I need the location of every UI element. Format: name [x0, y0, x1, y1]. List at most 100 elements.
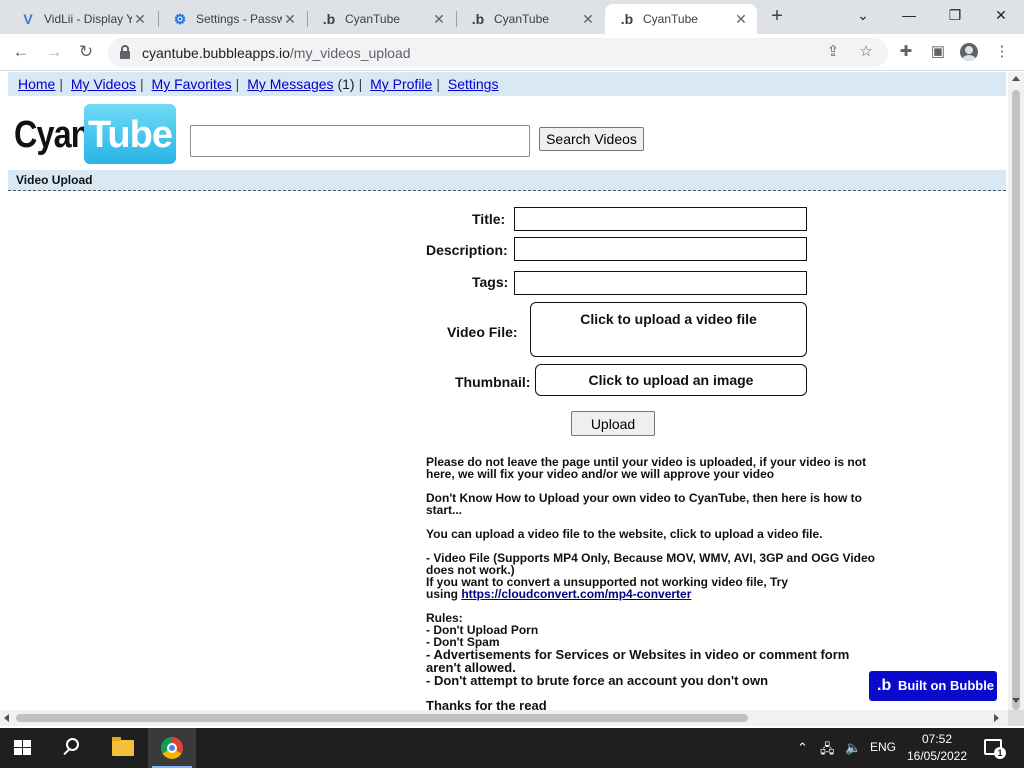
- tab-title: Settings - Passw: [196, 12, 282, 26]
- tab-title: CyanTube: [643, 12, 698, 26]
- notification-icon[interactable]: 1: [984, 739, 1006, 759]
- cloudconvert-link[interactable]: https://cloudconvert.com/mp4-converter: [461, 587, 691, 601]
- cyantube-logo[interactable]: Cyan Tube: [14, 104, 176, 164]
- close-icon[interactable]: ✕: [580, 11, 596, 28]
- nav-separator: |: [235, 76, 240, 92]
- tags-input[interactable]: [514, 271, 807, 295]
- tab-vidlii[interactable]: V VidLii - Display Y ✕: [6, 4, 156, 34]
- network-icon[interactable]: 🖧: [820, 740, 835, 762]
- window-close-icon[interactable]: ✕: [991, 4, 1011, 26]
- bubble-icon: .b: [322, 11, 336, 27]
- notification-count: 1: [994, 747, 1006, 759]
- horizontal-scrollbar[interactable]: [0, 710, 1008, 726]
- close-icon[interactable]: ✕: [733, 11, 749, 28]
- taskbar-clock[interactable]: 07:52 16/05/2022: [902, 731, 972, 765]
- tab-settings[interactable]: ⚙ Settings - Passw ✕: [158, 4, 306, 34]
- thumbnail-label: Thumbnail:: [455, 374, 531, 390]
- video-file-label: Video File:: [447, 324, 518, 340]
- thanks-text: Thanks for the read: [426, 698, 547, 710]
- scroll-thumb[interactable]: [1012, 90, 1020, 710]
- nav-separator: |: [436, 76, 440, 92]
- nav-separator: |: [358, 76, 363, 92]
- scroll-right-icon[interactable]: [994, 714, 999, 722]
- menu-kebab-icon[interactable]: ⋮: [992, 42, 1012, 62]
- description-input[interactable]: [514, 237, 807, 261]
- close-icon[interactable]: ✕: [431, 11, 447, 28]
- search-icon[interactable]: [62, 738, 82, 758]
- tab-cyantube-2[interactable]: .b CyanTube ✕: [456, 4, 604, 34]
- nav-my-profile-link[interactable]: My Profile: [370, 76, 432, 92]
- bubble-icon: .b: [877, 677, 892, 694]
- info-paragraph: Please do not leave the page until your …: [426, 455, 867, 481]
- vertical-scrollbar[interactable]: [1008, 72, 1024, 710]
- nav-separator: |: [59, 76, 63, 92]
- search-input[interactable]: [190, 125, 530, 157]
- upload-button[interactable]: Upload: [571, 411, 655, 436]
- chevron-up-icon[interactable]: ⌃: [797, 740, 808, 756]
- scroll-left-icon[interactable]: [4, 714, 9, 722]
- info-paragraph: using https://cloudconvert.com/mp4-conve…: [426, 588, 886, 600]
- address-bar[interactable]: cyantube.bubbleapps.io/my_videos_upload …: [108, 38, 888, 67]
- thumbnail-prompt: Click to upload an image: [588, 372, 754, 388]
- tab-title: VidLii - Display Y: [44, 12, 132, 26]
- nav-my-messages-link[interactable]: My Messages: [247, 76, 333, 92]
- volume-icon[interactable]: 🔈: [845, 740, 861, 756]
- scroll-thumb[interactable]: [16, 714, 748, 722]
- built-on-bubble-badge[interactable]: .b Built on Bubble: [869, 671, 997, 701]
- video-file-upload[interactable]: Click to upload a video file: [530, 302, 807, 357]
- info-paragraph: You can upload a video file to the websi…: [426, 527, 823, 541]
- new-tab-icon[interactable]: +: [766, 6, 788, 28]
- side-panel-icon[interactable]: ▣: [928, 42, 948, 62]
- restore-icon[interactable]: ❐: [945, 4, 965, 26]
- nav-home-link[interactable]: Home: [18, 76, 55, 92]
- language-indicator[interactable]: ENG: [870, 740, 896, 754]
- minimize-icon[interactable]: —: [899, 4, 919, 26]
- nav-settings-link[interactable]: Settings: [448, 76, 499, 92]
- top-navigation: Home | My Videos | My Favorites | My Messag…: [8, 72, 1006, 96]
- gear-icon: ⚙: [173, 10, 187, 27]
- back-icon[interactable]: ←: [10, 41, 32, 63]
- chevron-down-icon[interactable]: ⌄: [853, 4, 873, 26]
- profile-avatar-icon[interactable]: [960, 43, 978, 61]
- windows-start-icon[interactable]: [14, 740, 32, 756]
- tab-title: CyanTube: [345, 12, 400, 26]
- forward-icon[interactable]: →: [43, 41, 65, 63]
- tab-cyantube-active[interactable]: .b CyanTube ✕: [605, 4, 757, 34]
- extensions-icon[interactable]: ✚: [896, 42, 916, 62]
- star-icon[interactable]: ☆: [857, 43, 875, 61]
- taskbar-chrome[interactable]: [148, 728, 196, 768]
- nav-my-videos-link[interactable]: My Videos: [71, 76, 136, 92]
- folder-icon: [112, 737, 134, 756]
- share-icon[interactable]: ⇪: [824, 43, 842, 61]
- clock-time: 07:52: [921, 732, 953, 746]
- url-text: cyantube.bubbleapps.io/my_videos_upload: [142, 45, 411, 61]
- taskbar-file-explorer[interactable]: [98, 728, 146, 768]
- title-input[interactable]: [514, 207, 807, 231]
- section-title: Video Upload: [16, 173, 93, 187]
- tab-cyantube-1[interactable]: .b CyanTube ✕: [307, 4, 455, 34]
- scroll-up-icon[interactable]: [1012, 76, 1020, 81]
- nav-my-favorites-link[interactable]: My Favorites: [152, 76, 232, 92]
- browser-tab-bar: V VidLii - Display Y ✕ ⚙ Settings - Pass…: [0, 0, 1024, 34]
- info-using: using: [426, 587, 458, 601]
- reload-icon[interactable]: ↻: [75, 41, 97, 63]
- windows-taskbar: ⌃ 🖧 🔈 ENG 07:52 16/05/2022 1: [0, 728, 1024, 768]
- page-viewport: Home | My Videos | My Favorites | My Messag…: [0, 72, 1008, 710]
- thumbnail-upload[interactable]: Click to upload an image: [535, 364, 807, 396]
- search-videos-button[interactable]: Search Videos: [539, 127, 644, 151]
- tags-label: Tags:: [472, 274, 509, 290]
- video-file-prompt: Click to upload a video file: [580, 311, 757, 327]
- close-icon[interactable]: ✕: [132, 11, 148, 28]
- clock-date: 16/05/2022: [906, 749, 968, 763]
- scrollbar-corner: [1008, 710, 1024, 726]
- url-host: cyantube.bubbleapps.io: [142, 45, 290, 61]
- description-label: Description:: [426, 242, 508, 258]
- browser-toolbar: ← → ↻ cyantube.bubbleapps.io/my_videos_u…: [0, 34, 1024, 71]
- info-paragraph: - Video File (Supports MP4 Only, Because…: [426, 551, 875, 577]
- tab-title: CyanTube: [494, 12, 549, 26]
- rule-item: - Advertisements for Services or Website…: [426, 647, 850, 675]
- scroll-down-icon[interactable]: [1012, 698, 1020, 703]
- url-path: /my_videos_upload: [289, 45, 411, 61]
- upload-instructions: Please do not leave the page until your …: [426, 456, 886, 710]
- close-icon[interactable]: ✕: [282, 11, 298, 28]
